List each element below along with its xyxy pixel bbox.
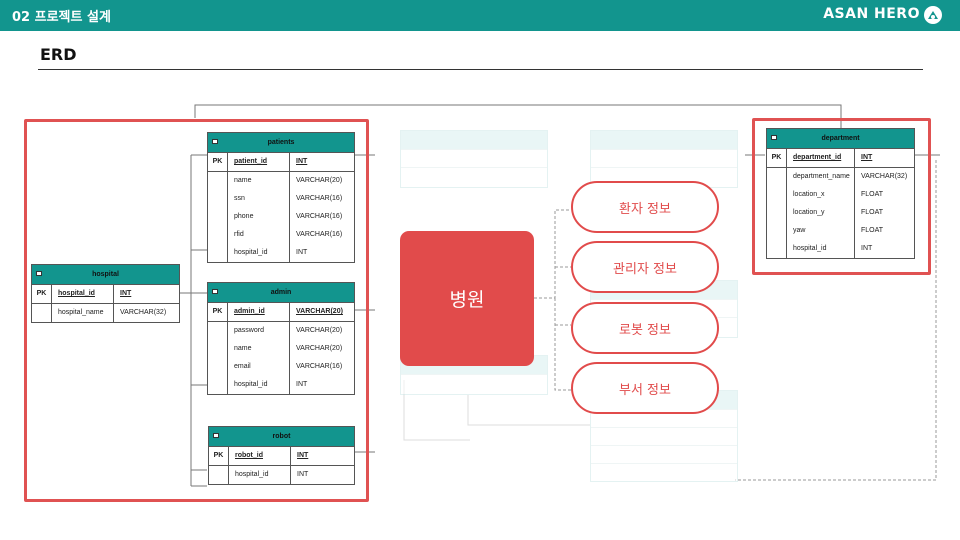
category-admin-info: 관리자 정보 bbox=[571, 241, 719, 293]
faded-table bbox=[590, 130, 738, 188]
category-robot-info: 로봇 정보 bbox=[571, 302, 719, 354]
hospital-hub: 병원 bbox=[400, 231, 534, 366]
category-patient-info: 환자 정보 bbox=[571, 181, 719, 233]
category-department-info: 부서 정보 bbox=[571, 362, 719, 414]
highlight-frame-left bbox=[24, 119, 369, 502]
faded-table bbox=[400, 130, 548, 188]
highlight-frame-department bbox=[752, 118, 931, 275]
